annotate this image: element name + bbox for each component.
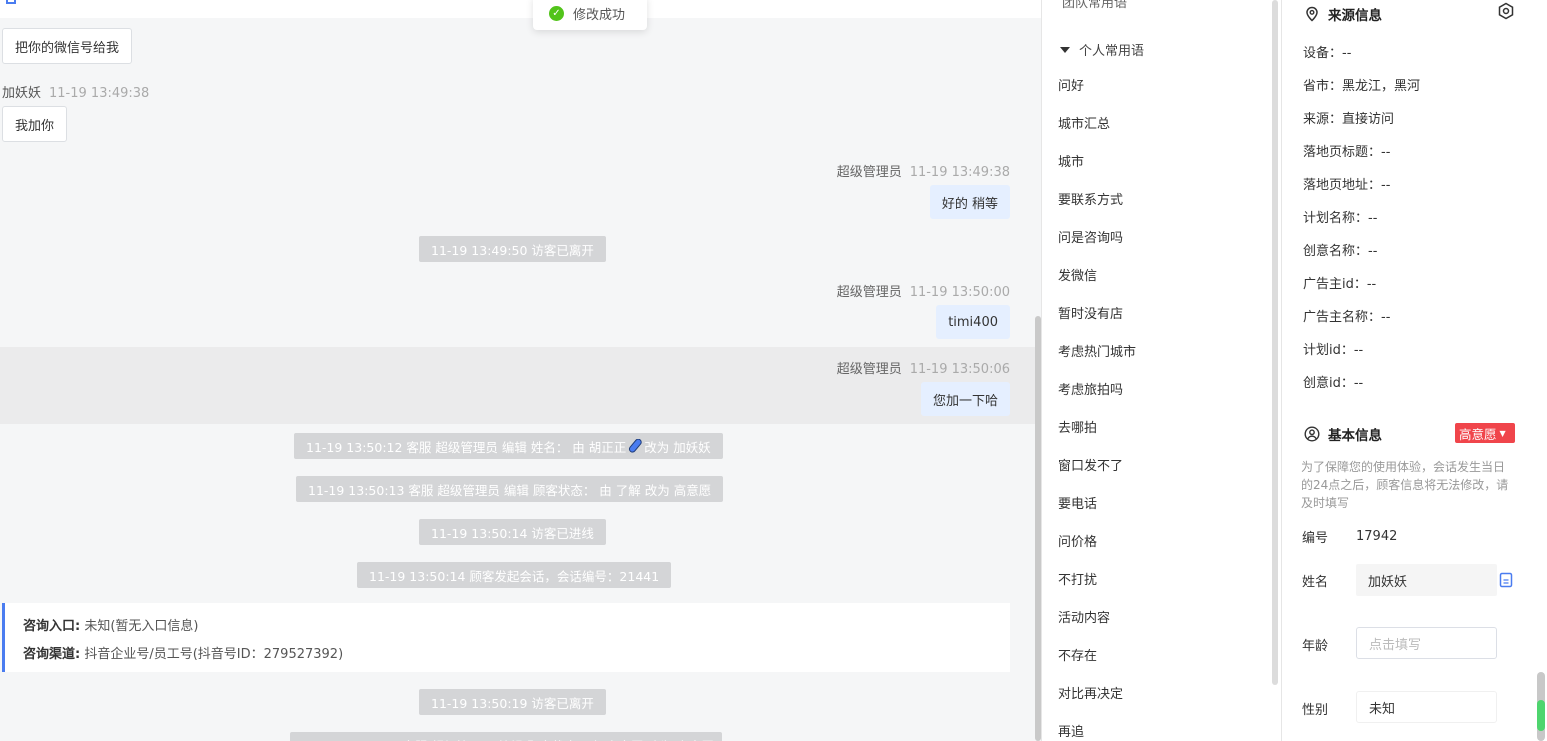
settings-icon[interactable] [1497, 2, 1515, 20]
system-message: 11-19 13:50:13 客服 超级管理员 编辑 顾客状态： 由 了解 改为… [296, 476, 724, 502]
group-title: 个人常用语 [1079, 44, 1145, 59]
basic-info-header: 基本信息 [1304, 424, 1382, 444]
gender-select[interactable]: 未知 [1356, 691, 1497, 723]
phrase-item[interactable]: 对比再决定 [1058, 676, 1136, 714]
source-advertiser-name: 广告主名称：-- [1303, 310, 1391, 325]
edit-notice: 为了保障您的使用体验，会话发生当日的24点之后，顾客信息将无法修改，请及时填写 [1301, 460, 1509, 510]
agent-message: 好的 稍等 [929, 185, 1010, 219]
phrase-item[interactable]: 考虑旅拍吗 [1058, 372, 1136, 410]
system-text: 改为 加妖妖 [644, 439, 711, 455]
phrase-item[interactable]: 要联系方式 [1058, 182, 1136, 220]
intent-badge[interactable]: 高意愿 ▼ [1455, 423, 1515, 443]
user-circle-icon [1304, 426, 1320, 442]
source-creative-name: 创意名称：-- [1303, 244, 1378, 259]
caret-down-icon: ▼ [1499, 428, 1506, 438]
phrase-item[interactable]: 问好 [1058, 68, 1136, 106]
phrase-item[interactable]: 考虑热门城市 [1058, 334, 1136, 372]
badge-label: 高意愿 [1459, 426, 1497, 442]
phrase-item[interactable]: 窗口发不了 [1058, 448, 1136, 486]
personal-phrases-group[interactable]: 个人常用语 [1060, 40, 1144, 59]
phrase-item[interactable]: 城市 [1058, 144, 1136, 182]
age-input[interactable]: 点击填写 [1356, 627, 1497, 659]
chat-header-strip [0, 0, 1041, 18]
phrases-scrollbar[interactable] [1272, 0, 1278, 685]
source-advertiser-id: 广告主id：-- [1303, 277, 1377, 292]
agent-message: timi400 [936, 305, 1010, 339]
phrase-item[interactable]: 去哪拍 [1058, 410, 1136, 448]
phrase-item[interactable]: 暂时没有店 [1058, 296, 1136, 334]
phrase-item[interactable]: 不存在 [1058, 638, 1136, 676]
system-message: 11-19 13:50:14 访客已进线 [419, 519, 606, 545]
agent-name: 超级管理员 [836, 285, 902, 300]
source-plan-id: 计划id：-- [1303, 343, 1364, 358]
gender-label: 性别 [1302, 703, 1329, 718]
name-field[interactable]: 加妖妖 [1356, 564, 1497, 596]
system-message: 11-19 13:50:19 访客已离开 [419, 689, 606, 715]
message-time: 11-19 13:50:00 [909, 285, 1010, 300]
source-creative-id: 创意id：-- [1303, 376, 1364, 391]
consult-entry: 咨询入口: 未知(暂无入口信息) [23, 619, 199, 634]
source-info-header: 来源信息 [1304, 4, 1382, 24]
system-message: 11-19 13:50:14 顾客发起会话，会话编号：21441 [357, 562, 672, 588]
message-time: 11-19 13:50:06 [909, 362, 1010, 377]
id-value: 17942 [1356, 528, 1398, 544]
phrase-item[interactable]: 活动内容 [1058, 600, 1136, 638]
name-label: 姓名 [1302, 575, 1329, 590]
agent-name: 超级管理员 [836, 362, 902, 377]
system-message: 11-19 13:50:21 客服 超级管理员 编辑 顾客状态：由 高意愿 改为… [290, 732, 722, 741]
toast-text: 修改成功 [573, 7, 626, 23]
caret-down-icon [1060, 46, 1070, 53]
visitor-message: 把你的微信号给我 [2, 28, 133, 64]
system-message: 11-19 13:49:50 访客已离开 [419, 236, 606, 262]
visitor-meta: 加妖妖 11-19 13:49:38 [2, 82, 149, 101]
phrase-item[interactable]: 不打扰 [1058, 562, 1136, 600]
scroll-indicator [1537, 700, 1545, 731]
agent-meta: 超级管理员 11-19 13:50:06 [837, 358, 1010, 377]
pill-icon [629, 439, 642, 453]
age-label: 年龄 [1302, 639, 1329, 654]
phrase-item[interactable]: 要电话 [1058, 486, 1136, 524]
check-circle-icon: ✓ [549, 5, 564, 21]
success-toast: ✓ 修改成功 [533, 0, 647, 30]
id-label: 编号 [1302, 531, 1329, 546]
visitor-name: 加妖妖 [2, 86, 42, 101]
source-landing-url: 落地页地址：-- [1303, 178, 1391, 193]
system-message: 11-19 13:50:12 客服 超级管理员 编辑 姓名： 由 胡正正 改为 … [294, 433, 723, 459]
phrase-item[interactable]: 问是咨询吗 [1058, 220, 1136, 258]
source-landing-title: 落地页标题：-- [1303, 145, 1391, 160]
section-title: 来源信息 [1328, 8, 1382, 24]
phrase-item[interactable]: 问价格 [1058, 524, 1136, 562]
phrase-list: 问好 城市汇总 城市 要联系方式 问是咨询吗 发微信 暂时没有店 考虑热门城市 … [1058, 68, 1136, 741]
source-device: 设备：-- [1303, 46, 1352, 61]
source-origin: 来源：直接访问 [1303, 112, 1395, 127]
agent-meta: 超级管理员 11-19 13:49:38 [837, 161, 1010, 180]
phrase-item[interactable]: 发微信 [1058, 258, 1136, 296]
chat-panel: 把你的微信号给我 加妖妖 11-19 13:49:38 我加你 超级管理员 11-1… [0, 0, 1041, 741]
team-phrases-group[interactable]: 团队常用语 [1062, 0, 1127, 11]
agent-name: 超级管理员 [836, 165, 902, 180]
phrase-item[interactable]: 城市汇总 [1058, 106, 1136, 144]
message-time: 11-19 13:49:38 [49, 86, 150, 101]
system-text: 11-19 13:50:12 客服 超级管理员 编辑 姓名： 由 胡正正 [306, 439, 627, 455]
visitor-message: 我加你 [2, 106, 68, 142]
message-time: 11-19 13:49:38 [909, 165, 1010, 180]
agent-meta: 超级管理员 11-19 13:50:00 [837, 281, 1010, 300]
phrase-item[interactable]: 再追 [1058, 714, 1136, 741]
header-icon [6, 0, 16, 4]
consult-channel: 咨询渠道: 抖音企业号/员工号(抖音号ID：279527392) [23, 647, 344, 662]
info-scrollbar[interactable] [1537, 672, 1545, 741]
source-plan-name: 计划名称：-- [1303, 211, 1378, 226]
copy-icon[interactable] [1499, 572, 1514, 588]
consult-info-card: 咨询入口: 未知(暂无入口信息) 咨询渠道: 抖音企业号/员工号(抖音号ID：2… [2, 603, 1010, 672]
location-pin-icon [1306, 6, 1318, 22]
source-region: 省市：黑龙江，黑河 [1303, 79, 1421, 94]
quick-phrases-panel: 团队常用语 个人常用语 问好 城市汇总 城市 要联系方式 问是咨询吗 发微信 暂… [1041, 0, 1281, 741]
section-title: 基本信息 [1328, 428, 1382, 444]
agent-message: 您加一下哈 [920, 382, 1010, 416]
